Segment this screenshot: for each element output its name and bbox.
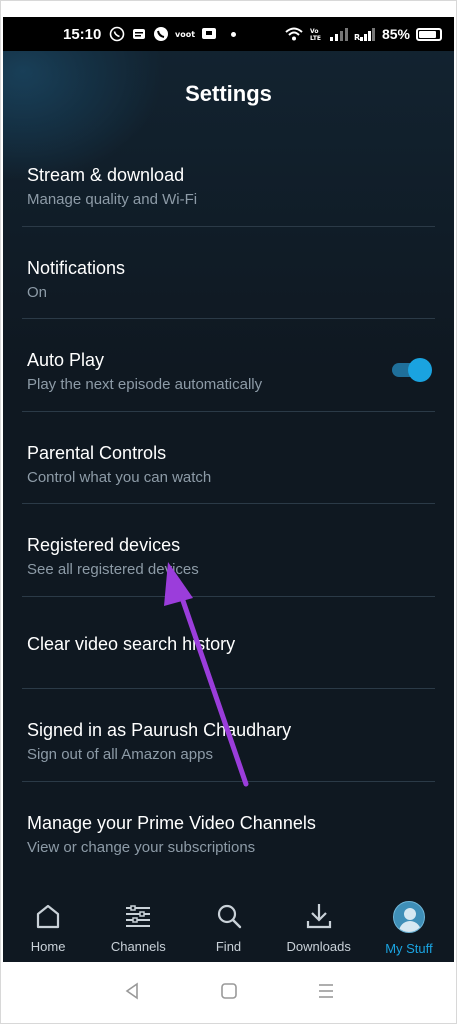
nav-label: My Stuff — [385, 941, 433, 956]
nav-channels[interactable]: Channels — [93, 889, 183, 962]
nav-label: Find — [215, 939, 242, 954]
voot-icon: voot — [175, 30, 195, 39]
status-bar: 15:10 voot Vo LTE R 85% — [3, 17, 454, 51]
page-title: Settings — [185, 81, 272, 106]
settings-item-subtitle: Play the next episode automatically — [27, 376, 263, 393]
settings-item-signed-in[interactable]: Signed in as Paurush Chaudhary Sign out … — [3, 688, 454, 781]
settings-item-registered-devices[interactable]: Registered devices See all registered de… — [3, 503, 454, 596]
settings-item-title: Notifications — [27, 257, 126, 278]
home-icon — [36, 904, 60, 929]
settings-item-stream-download[interactable]: Stream & download Manage quality and Wi-… — [3, 133, 454, 226]
nav-my-stuff[interactable]: My Stuff — [364, 889, 454, 962]
settings-item-title: Auto Play — [27, 350, 105, 370]
status-time: 15:10 — [63, 25, 102, 43]
nav-find[interactable]: Find — [183, 889, 273, 962]
settings-item-title: Manage your Prime Video Channels — [27, 812, 316, 833]
battery-icon — [416, 27, 442, 41]
svg-text:LTE: LTE — [310, 35, 321, 42]
settings-item-subtitle: Control what you can watch — [27, 468, 212, 486]
avatar — [392, 901, 425, 933]
nav-label: Downloads — [286, 939, 351, 954]
search-icon — [217, 904, 241, 929]
nav-downloads[interactable]: Downloads — [274, 889, 364, 962]
settings-item-title: Clear video search history — [27, 633, 236, 654]
message-icon — [133, 29, 146, 39]
settings-item-subtitle: On — [27, 283, 48, 301]
settings-item-notifications[interactable]: Notifications On — [3, 225, 454, 319]
signal-icon: R — [354, 28, 375, 41]
settings-item-title: Parental Controls — [27, 442, 167, 463]
more-notifications-dot — [231, 31, 237, 37]
channels-icon — [126, 905, 151, 927]
back-icon[interactable] — [122, 981, 142, 1001]
system-status-icons: Vo LTE R 85% — [284, 26, 442, 42]
nav-label: Channels — [110, 939, 166, 954]
system-navigation-bar — [3, 962, 454, 1020]
phone-icon — [154, 27, 169, 41]
svg-text:Vo: Vo — [310, 28, 318, 35]
settings-item-title: Stream & download — [27, 165, 185, 185]
menu-icon[interactable] — [316, 981, 336, 1001]
settings-list: Stream & download Manage quality and Wi-… — [3, 133, 454, 873]
settings-item-clear-search-history[interactable]: Clear video search history — [3, 595, 454, 689]
settings-screen: Settings Stream & download Manage qualit… — [3, 51, 454, 962]
settings-item-auto-play[interactable]: Auto Play Play the next episode automati… — [3, 318, 454, 411]
auto-play-toggle[interactable] — [392, 358, 432, 382]
settings-item-subtitle: See all registered devices — [27, 561, 199, 578]
volte-icon: VoLTE — [310, 28, 321, 42]
settings-item-title: Registered devices — [27, 535, 181, 555]
tv-icon — [202, 28, 217, 39]
signal-icon — [329, 28, 348, 41]
settings-item-subtitle: View or change your subscriptions — [27, 838, 256, 856]
nav-label: Home — [30, 939, 66, 954]
svg-text:R: R — [354, 33, 360, 41]
settings-item-subtitle: Sign out of all Amazon apps — [27, 746, 213, 763]
download-icon — [306, 904, 331, 929]
bottom-navigation: Home Channels Find Downloads My Stuff — [3, 889, 454, 962]
home-button-icon[interactable] — [219, 981, 239, 1001]
settings-item-manage-channels[interactable]: Manage your Prime Video Channels View or… — [3, 780, 454, 874]
battery-percent: 85% — [381, 26, 410, 42]
toggle-knob — [408, 358, 432, 382]
wifi-icon — [285, 27, 303, 41]
settings-item-title: Signed in as Paurush Chaudhary — [27, 720, 292, 740]
notification-icons: voot — [109, 26, 217, 42]
phone-screen: 15:10 voot Vo LTE R 85% Settings Stream &… — [0, 0, 457, 1024]
nav-home[interactable]: Home — [3, 889, 93, 962]
settings-item-subtitle: Manage quality and Wi-Fi — [27, 191, 198, 208]
settings-item-parental-controls[interactable]: Parental Controls Control what you can w… — [3, 410, 454, 504]
svg-text:voot: voot — [175, 30, 195, 39]
whatsapp-icon — [110, 26, 125, 42]
